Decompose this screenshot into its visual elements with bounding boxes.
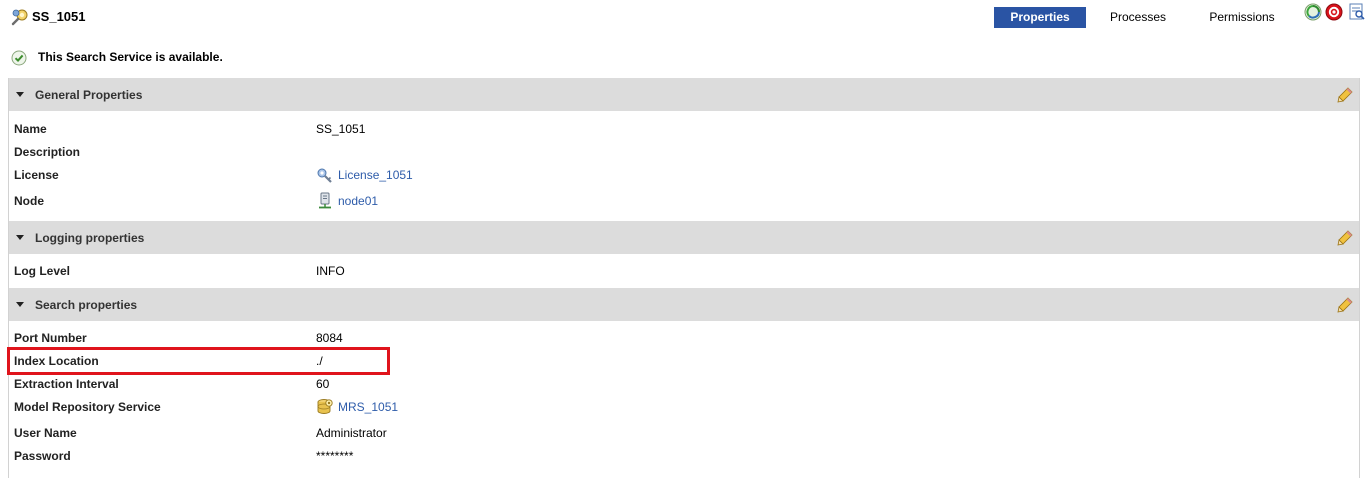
property-label: Extraction Interval — [14, 377, 119, 391]
property-label: Description — [14, 145, 81, 159]
property-value: 60 — [316, 377, 330, 391]
check-circle-icon — [11, 50, 27, 66]
index-location-highlight-box — [7, 347, 390, 375]
section-title: General Properties — [35, 88, 143, 102]
property-value: SS_1051 — [316, 122, 366, 136]
property-label: Node — [14, 194, 44, 208]
properties-panel: General Properties Name SS_1051 Descript… — [8, 78, 1360, 478]
license-link-text[interactable]: License_1051 — [338, 168, 413, 182]
search-properties-header[interactable]: Search properties — [9, 288, 1359, 321]
tab-processes[interactable]: Processes — [1097, 7, 1179, 28]
disable-icon[interactable] — [1325, 3, 1343, 21]
property-label: License — [14, 168, 59, 182]
logging-properties-header[interactable]: Logging properties — [9, 221, 1359, 254]
edit-pencil-icon[interactable] — [1336, 86, 1354, 104]
edit-pencil-icon[interactable] — [1336, 229, 1354, 247]
collapse-arrow-icon[interactable] — [16, 92, 24, 97]
view-log-icon[interactable] — [1348, 3, 1366, 21]
general-properties-header[interactable]: General Properties — [9, 78, 1359, 111]
search-service-icon — [11, 8, 29, 26]
tab-permissions[interactable]: Permissions — [1199, 7, 1285, 28]
license-icon — [316, 166, 334, 184]
property-row-model-repository-service: Model Repository Service MRS_1051 — [9, 396, 1359, 418]
property-row-password: Password ******** — [9, 445, 1359, 467]
service-header: SS_1051 Properties Processes Permissions — [0, 0, 1366, 36]
property-label: Name — [14, 122, 47, 136]
property-label: User Name — [14, 426, 77, 440]
property-row-extraction-interval: Extraction Interval 60 — [9, 373, 1359, 395]
property-row-description: Description — [9, 141, 1359, 163]
property-row-port-number: Port Number 8084 — [9, 327, 1359, 349]
property-value: INFO — [316, 264, 345, 278]
property-label: Password — [14, 449, 71, 463]
section-title: Logging properties — [35, 231, 145, 245]
repository-service-icon — [316, 398, 334, 416]
model-repository-link-text[interactable]: MRS_1051 — [338, 400, 398, 414]
tab-properties[interactable]: Properties — [994, 7, 1086, 28]
property-value: 8084 — [316, 331, 343, 345]
property-label: Log Level — [14, 264, 71, 278]
section-title: Search properties — [35, 298, 138, 312]
node-icon — [316, 192, 334, 210]
property-row-license: License License_1051 — [9, 164, 1359, 186]
property-row-user-name: User Name Administrator — [9, 422, 1359, 444]
service-title: SS_1051 — [32, 9, 86, 24]
property-row-node: Node node01 — [9, 190, 1359, 212]
property-row-name: Name SS_1051 — [9, 118, 1359, 140]
property-label: Port Number — [14, 331, 87, 345]
property-value: Administrator — [316, 426, 387, 440]
property-row-log-level: Log Level INFO — [9, 260, 1359, 282]
property-value: ******** — [316, 449, 354, 463]
node-link-text[interactable]: node01 — [338, 194, 378, 208]
edit-pencil-icon[interactable] — [1336, 296, 1354, 314]
collapse-arrow-icon[interactable] — [16, 302, 24, 307]
status-text: This Search Service is available. — [38, 50, 223, 64]
property-label: Model Repository Service — [14, 400, 161, 414]
recycle-icon[interactable] — [1304, 3, 1322, 21]
collapse-arrow-icon[interactable] — [16, 235, 24, 240]
